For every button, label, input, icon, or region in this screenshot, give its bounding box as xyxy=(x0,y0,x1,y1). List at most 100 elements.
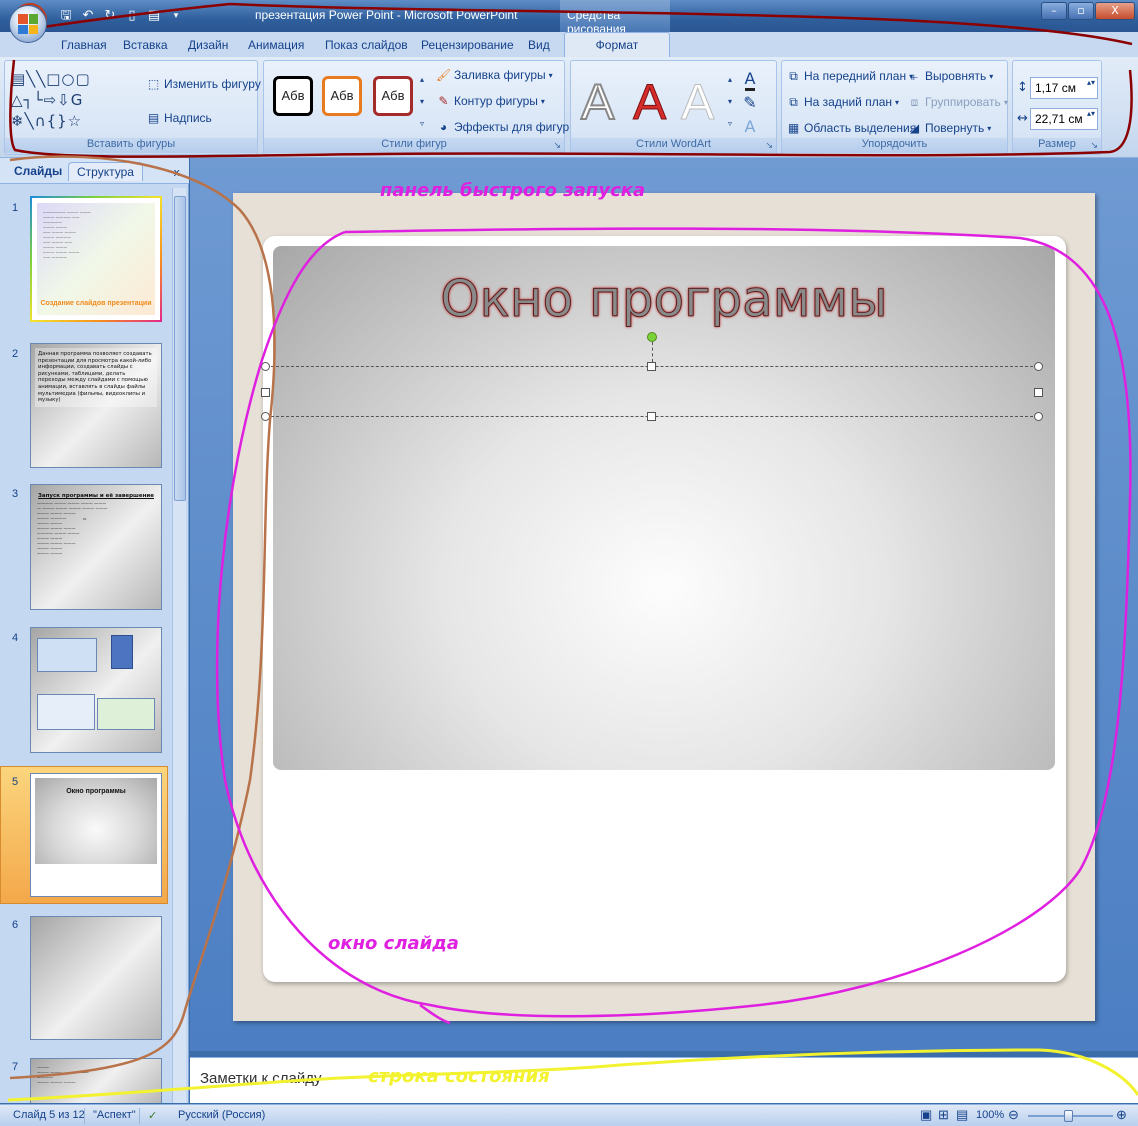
slides-scrollbar[interactable] xyxy=(172,188,186,1103)
minimize-button[interactable]: – xyxy=(1041,2,1067,20)
shape-style-red[interactable]: Абв xyxy=(373,76,413,116)
resize-handle[interactable] xyxy=(647,362,656,371)
rotate-icon: ◢ xyxy=(909,121,920,135)
align-icon: ⫦ xyxy=(911,69,918,83)
open-icon[interactable]: ▤ xyxy=(145,7,163,25)
rotate-button[interactable]: ◢ Повернуть ▾ xyxy=(907,121,991,135)
slide-thumbnail-4[interactable] xyxy=(30,627,162,753)
wordart-style-white[interactable]: A xyxy=(580,73,615,131)
zoom-level[interactable]: 100% xyxy=(976,1109,1004,1121)
slide-title[interactable]: Окно программы xyxy=(273,270,1055,329)
context-tab-group-title: Средства рисования xyxy=(560,0,670,36)
screenshot-thumb-icon xyxy=(111,635,133,669)
save-icon[interactable]: 🖫 xyxy=(57,7,75,25)
slide-thumbnail-6[interactable] xyxy=(30,916,162,1040)
resize-handle[interactable] xyxy=(261,362,270,371)
group-button[interactable]: ⧈ Группировать ▾ xyxy=(907,95,1008,109)
resize-handle[interactable] xyxy=(647,412,656,421)
group-label-insert-shapes: Вставить фигуры xyxy=(5,138,257,153)
normal-view-icon[interactable]: ▣ xyxy=(920,1107,932,1123)
slide-thumbnail-7[interactable]: ——— ——— ——— ——— ——— ———— ——— ——— ——— xyxy=(30,1058,162,1103)
tab-home[interactable]: Главная xyxy=(61,38,107,52)
align-button[interactable]: ⫦ Выровнять ▾ xyxy=(907,69,993,83)
slide-1-content: —————— ——— ——— ——— ———— —— ————— ——— ——— —— … xyxy=(37,203,155,315)
shape-outline-button[interactable]: ✎ Контур фигуры ▾ xyxy=(436,94,544,108)
close-button[interactable]: X xyxy=(1095,2,1135,20)
resize-handle[interactable] xyxy=(1034,388,1043,397)
slide-number: 3 xyxy=(12,488,19,500)
bring-front-button[interactable]: ⧉ На передний план ▾ xyxy=(786,69,913,83)
tab-view[interactable]: Вид xyxy=(528,38,550,52)
slide-number: 4 xyxy=(12,632,19,644)
language-indicator[interactable]: Русский (Россия) xyxy=(178,1109,265,1121)
slide-thumbnail-1[interactable]: —————— ——— ——— ——— ———— —— ————— ——— ——— —— … xyxy=(30,196,162,322)
scrollbar-thumb[interactable] xyxy=(174,196,186,501)
slide-sorter-icon[interactable]: ⊞ xyxy=(938,1107,949,1123)
slide-thumbnail-3[interactable]: Запуск программы и её завершение ———— ——… xyxy=(30,484,162,610)
width-field[interactable]: 22,71 см xyxy=(1030,108,1098,130)
styles-scroll-icon[interactable]: ▴ ▾ ▿ xyxy=(420,69,424,135)
redo-icon[interactable]: ↻ xyxy=(101,7,119,25)
notes-placeholder: Заметки к слайду xyxy=(200,1070,322,1087)
resize-handle[interactable] xyxy=(1034,362,1043,371)
tab-format[interactable]: Формат xyxy=(564,32,670,58)
wordart-dialog-launcher-icon[interactable]: ↘ xyxy=(765,141,773,151)
group-wordart-styles: A A A ▴ ▾ ▿ A ✎ A Стили WordArt ↘ xyxy=(570,60,777,155)
slide-thumbnail-5[interactable]: Окно программы xyxy=(30,773,162,897)
height-field[interactable]: 1,17 см xyxy=(1030,77,1098,99)
tab-outline[interactable]: Структура xyxy=(68,162,143,181)
slide-thumbnail-2[interactable]: Данная программа позволяет создавать пре… xyxy=(30,343,162,468)
dialog-launcher-icon[interactable]: ↘ xyxy=(553,141,561,151)
rotation-handle[interactable] xyxy=(647,332,657,342)
maximize-button[interactable]: ▫ xyxy=(1068,2,1094,20)
shape-effects-button[interactable]: ◕Эффекты для фигур▾ xyxy=(436,120,576,134)
group-label-wordart: Стили WordArt xyxy=(571,138,776,153)
change-shape-button[interactable]: ⬚Изменить фигуру▾ xyxy=(146,77,268,91)
text-box-button[interactable]: ▤ Надпись xyxy=(146,111,212,125)
slideshow-icon[interactable]: ▤ xyxy=(956,1107,968,1123)
shapes-gallery[interactable]: ▤╲╲□○▢ △┐└⇨⇩𝖦 ❄╲∩{}☆ xyxy=(11,69,135,132)
theme-name: "Аспект" xyxy=(93,1109,136,1121)
undo-icon[interactable]: ↶ xyxy=(79,7,97,25)
send-back-button[interactable]: ⧉ На задний план ▾ xyxy=(786,95,899,109)
tab-slides[interactable]: Слайды xyxy=(14,164,62,178)
tab-animation[interactable]: Анимация xyxy=(248,38,304,52)
notes-pane[interactable]: Заметки к слайду xyxy=(190,1057,1138,1103)
zoom-slider-knob[interactable] xyxy=(1064,1110,1073,1122)
selection-pane-button[interactable]: ▦ Область выделения xyxy=(786,121,916,135)
size-dialog-launcher-icon[interactable]: ↘ xyxy=(1090,141,1098,151)
wordart-text-tools[interactable]: A ✎ A xyxy=(739,67,761,139)
wordart-style-outline[interactable]: A xyxy=(680,73,714,131)
status-bar: Слайд 5 из 12 "Аспект" ✓ Русский (Россия… xyxy=(0,1104,1138,1126)
annotation-status-line: строка состояния xyxy=(368,1066,550,1087)
selected-text-placeholder[interactable] xyxy=(261,362,1043,421)
wordart-style-red[interactable]: A xyxy=(632,73,666,131)
text-outline-icon[interactable]: ✎ xyxy=(743,93,756,112)
shape-style-orange[interactable]: Абв xyxy=(322,76,362,116)
spellcheck-icon[interactable]: ✓ xyxy=(148,1109,157,1122)
tab-insert[interactable]: Вставка xyxy=(123,38,168,52)
customize-qat-icon[interactable]: ▾ xyxy=(167,7,185,25)
shape-style-black[interactable]: Абв xyxy=(273,76,313,116)
tab-slideshow[interactable]: Показ слайдов xyxy=(325,38,408,52)
resize-handle[interactable] xyxy=(1034,412,1043,421)
office-button[interactable] xyxy=(9,5,47,43)
width-icon: ↔ xyxy=(1017,111,1028,126)
close-panel-icon[interactable]: x xyxy=(173,166,180,179)
title-bar: 🖫 ↶ ↻ ▯ ▤ ▾ презентация Power Point - Mi… xyxy=(0,0,1138,36)
resize-handle[interactable] xyxy=(261,388,270,397)
slide-2-text: Данная программа позволяет создавать пре… xyxy=(35,348,157,407)
tab-design[interactable]: Дизайн xyxy=(188,38,228,52)
resize-handle[interactable] xyxy=(261,412,270,421)
wordart-scroll-icon[interactable]: ▴ ▾ ▿ xyxy=(728,69,732,135)
group-shape-styles: Абв Абв Абв ▴ ▾ ▿ 🖌 Заливка фигуры ▾ ✎ Контур… xyxy=(263,60,576,155)
text-effects-icon[interactable]: A xyxy=(745,117,756,136)
text-fill-icon[interactable]: A xyxy=(744,69,756,91)
new-icon[interactable]: ▯ xyxy=(123,7,141,25)
tab-review[interactable]: Рецензирование xyxy=(421,38,514,52)
slide-5-title: Окно программы xyxy=(66,788,126,795)
shape-fill-button[interactable]: 🖌 Заливка фигуры ▾ xyxy=(436,68,553,82)
zoom-in-icon[interactable]: ⊕ xyxy=(1116,1107,1127,1123)
zoom-out-icon[interactable]: ⊖ xyxy=(1008,1107,1019,1123)
send-back-icon: ⧉ xyxy=(789,95,798,109)
